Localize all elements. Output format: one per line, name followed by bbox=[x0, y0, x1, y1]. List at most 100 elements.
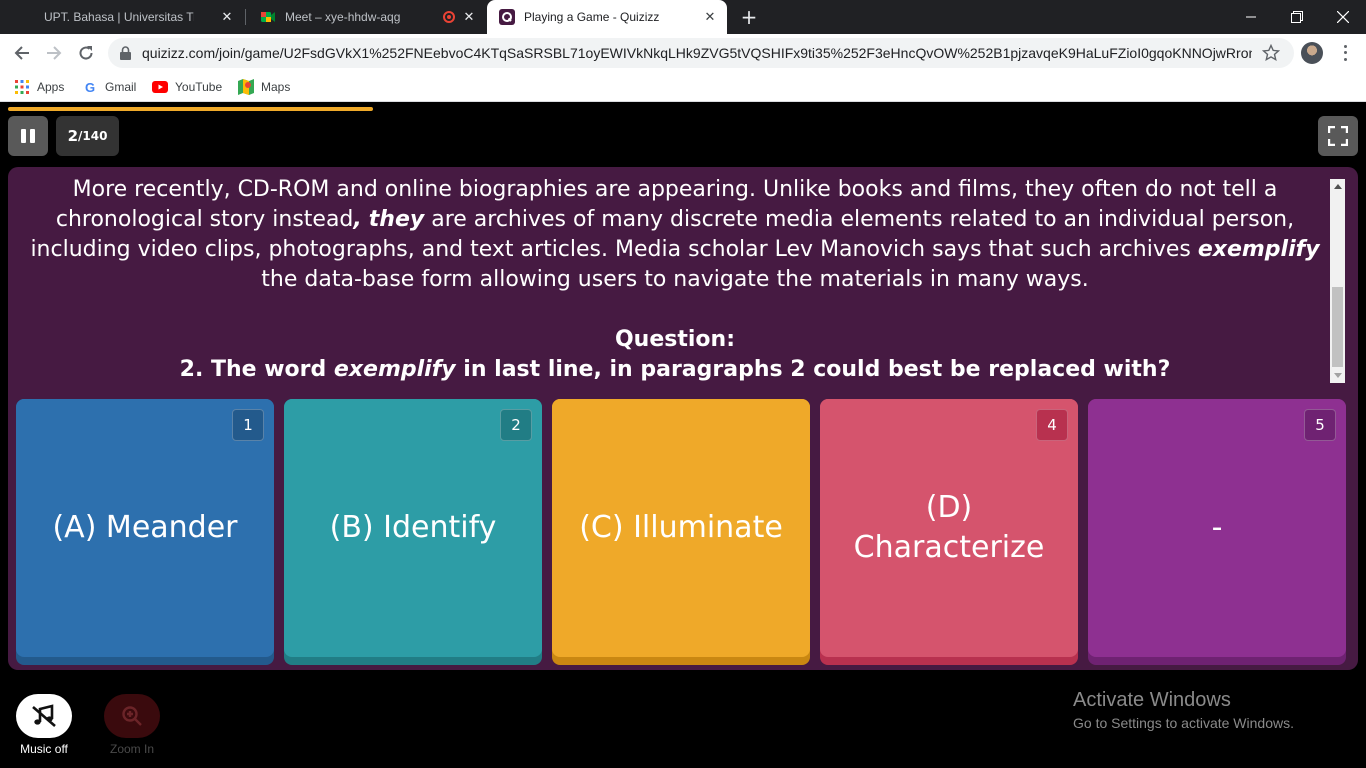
option-number-badge: 4 bbox=[1036, 409, 1068, 441]
answer-option-5[interactable]: - 5 bbox=[1088, 399, 1346, 665]
url-text: quizizz.com/join/game/U2FsdGVkX1%252FNEe… bbox=[142, 45, 1252, 61]
reading-passage: More recently, CD-ROM and online biograp… bbox=[20, 175, 1330, 295]
timer-bar bbox=[0, 103, 1366, 113]
zoom-in-label: Zoom In bbox=[109, 742, 154, 756]
bookmark-label: Gmail bbox=[105, 80, 137, 94]
restore-icon bbox=[1291, 11, 1303, 23]
activate-windows-subtitle: Go to Settings to activate Windows. bbox=[1073, 715, 1294, 731]
question-heading: Question: bbox=[614, 327, 735, 352]
passage-emphasis-they: they bbox=[368, 207, 425, 232]
address-bar[interactable]: quizizz.com/join/game/U2FsdGVkX1%252FNEe… bbox=[108, 38, 1294, 68]
option-face: (A) Meander 1 bbox=[16, 399, 274, 657]
fullscreen-icon bbox=[1328, 126, 1348, 146]
apps-grid-icon bbox=[14, 79, 30, 95]
answer-option-3[interactable]: (C) Illuminate bbox=[552, 399, 810, 665]
scroll-down-arrow[interactable] bbox=[1334, 373, 1342, 378]
tab-strip: UPT. Bahasa | Universitas Trunojoyo ✕ Me… bbox=[0, 0, 1366, 34]
reload-icon bbox=[79, 46, 93, 60]
close-tab-icon[interactable]: ✕ bbox=[703, 10, 717, 24]
question-text: 2. The word exemplify in last line, in p… bbox=[20, 355, 1330, 385]
option-label: (B) Identify bbox=[329, 510, 497, 545]
back-button[interactable] bbox=[10, 41, 34, 65]
new-tab-button[interactable]: + bbox=[738, 6, 760, 28]
tab-upt-bahasa[interactable]: UPT. Bahasa | Universitas Trunojoyo ✕ bbox=[8, 0, 244, 34]
bookmark-label: Maps bbox=[261, 80, 291, 94]
question-prefix: 2. The word bbox=[179, 357, 327, 382]
restore-button[interactable] bbox=[1274, 0, 1320, 34]
forward-button[interactable] bbox=[42, 41, 66, 65]
option-label: (D) Characterize bbox=[853, 490, 1045, 565]
tab-meet[interactable]: Meet – xye-hhdw-aqg ✕ bbox=[248, 0, 486, 34]
option-face: - 5 bbox=[1088, 399, 1346, 657]
option-number-badge: 1 bbox=[232, 409, 264, 441]
music-off-label: Music off bbox=[20, 742, 68, 756]
recording-icon bbox=[443, 11, 455, 23]
zoom-in-button[interactable] bbox=[104, 694, 160, 738]
option-label: - bbox=[1211, 510, 1223, 545]
timer-progress bbox=[8, 107, 373, 111]
close-window-button[interactable] bbox=[1320, 0, 1366, 34]
fullscreen-button[interactable] bbox=[1318, 116, 1358, 156]
option-label: (C) Illuminate bbox=[579, 510, 783, 545]
bookmark-youtube[interactable]: YouTube bbox=[152, 77, 222, 97]
passage-emphasis-exemplify: exemplify bbox=[1197, 237, 1320, 262]
zoom-in-icon bbox=[122, 706, 142, 726]
music-toggle-button[interactable] bbox=[16, 694, 72, 738]
total-questions: /140 bbox=[78, 129, 108, 143]
question-scrollbar[interactable] bbox=[1330, 179, 1345, 383]
answer-option-4[interactable]: (D) Characterize 4 bbox=[820, 399, 1078, 665]
bookmark-label: YouTube bbox=[175, 80, 223, 94]
music-off-icon bbox=[32, 704, 56, 727]
minimize-button[interactable] bbox=[1228, 0, 1274, 34]
quiz-game-area: 2/140 More recently, CD-ROM and online b… bbox=[0, 103, 1366, 768]
option-number-badge: 2 bbox=[500, 409, 532, 441]
reload-button[interactable] bbox=[74, 41, 98, 65]
question-emphasis: exemplify bbox=[333, 357, 456, 382]
bookmark-gmail[interactable]: G Gmail bbox=[82, 77, 136, 97]
passage-part-3: the data-base form allowing users to nav… bbox=[261, 267, 1089, 292]
option-face: (D) Characterize 4 bbox=[820, 399, 1078, 657]
option-face: (C) Illuminate bbox=[552, 399, 810, 657]
bookmark-label: Apps bbox=[37, 80, 65, 94]
question-text-block: More recently, CD-ROM and online biograp… bbox=[20, 175, 1330, 385]
scroll-up-arrow[interactable] bbox=[1334, 184, 1342, 189]
browser-toolbar: quizizz.com/join/game/U2FsdGVkX1%252FNEe… bbox=[0, 34, 1366, 72]
tab-title: UPT. Bahasa | Universitas Trunojoyo bbox=[44, 10, 194, 24]
option-face: (B) Identify 2 bbox=[284, 399, 542, 657]
lock-icon bbox=[120, 46, 131, 60]
minimize-icon bbox=[1246, 16, 1256, 18]
tab-quizizz[interactable]: Playing a Game - Quizizz ✕ bbox=[487, 0, 727, 34]
activate-windows-title: Activate Windows bbox=[1073, 689, 1231, 711]
answer-option-2[interactable]: (B) Identify 2 bbox=[284, 399, 542, 665]
maps-icon bbox=[238, 79, 254, 95]
youtube-icon bbox=[152, 79, 168, 95]
browser-menu-icon[interactable] bbox=[1338, 43, 1352, 63]
profile-avatar[interactable] bbox=[1301, 42, 1323, 64]
bookmarks-bar: Apps G Gmail YouTube Maps bbox=[0, 72, 1366, 102]
bookmark-maps[interactable]: Maps bbox=[238, 77, 290, 97]
answer-options: (A) Meander 1 (B) Identify 2 (C) Illumin… bbox=[16, 399, 1350, 665]
star-icon[interactable] bbox=[1262, 44, 1280, 62]
question-suffix: in last line, in paragraphs 2 could best… bbox=[463, 357, 1171, 382]
answer-option-1[interactable]: (A) Meander 1 bbox=[16, 399, 274, 665]
google-icon: G bbox=[84, 79, 96, 95]
bookmark-apps[interactable]: Apps bbox=[14, 77, 64, 97]
close-tab-icon[interactable]: ✕ bbox=[220, 10, 234, 24]
close-icon bbox=[1337, 11, 1349, 23]
quizizz-icon bbox=[499, 9, 515, 25]
current-question-number: 2 bbox=[67, 127, 78, 145]
pause-icon bbox=[21, 129, 26, 143]
question-card: More recently, CD-ROM and online biograp… bbox=[8, 167, 1358, 670]
pause-button[interactable] bbox=[8, 116, 48, 156]
option-label: (A) Meander bbox=[52, 510, 238, 545]
google-meet-icon bbox=[261, 12, 275, 22]
scroll-thumb[interactable] bbox=[1332, 287, 1343, 367]
close-tab-icon[interactable]: ✕ bbox=[462, 10, 476, 24]
question-counter: 2/140 bbox=[56, 116, 119, 156]
tab-title: Meet – xye-hhdw-aqg bbox=[285, 10, 401, 24]
tab-title: Playing a Game - Quizizz bbox=[524, 10, 660, 24]
passage-comma: , bbox=[353, 207, 362, 232]
arrow-left-icon bbox=[14, 46, 29, 60]
tab-divider bbox=[245, 9, 246, 25]
option-number-badge: 5 bbox=[1304, 409, 1336, 441]
